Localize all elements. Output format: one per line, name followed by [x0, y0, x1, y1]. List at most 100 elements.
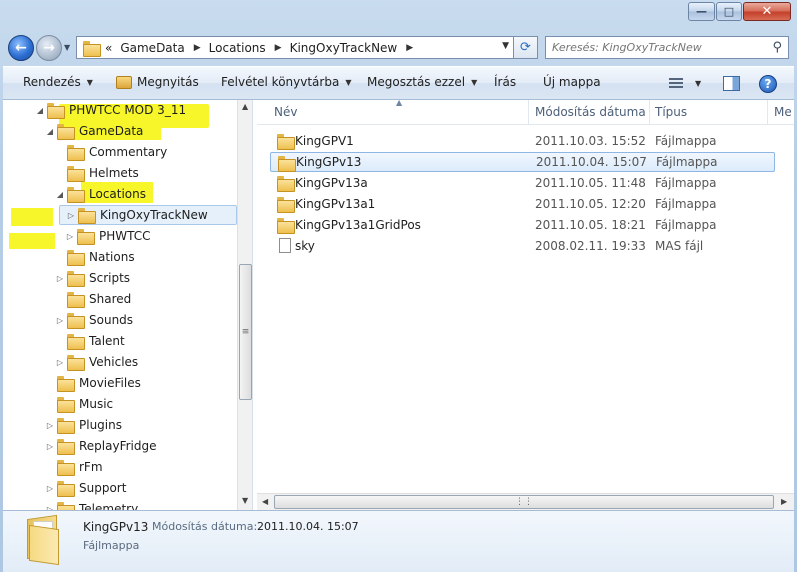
column-type[interactable]: Típus: [655, 105, 687, 119]
tree-item-commentary[interactable]: Commentary: [55, 142, 167, 162]
folder-icon: [67, 271, 85, 287]
collapsed-arrow-icon[interactable]: ▷: [55, 316, 65, 325]
preview-pane-icon[interactable]: [723, 76, 740, 91]
file-row-kinggpv13a1gridpos[interactable]: KingGPv13a1GridPos 2011.10.05. 18:21 Fáj…: [270, 215, 775, 235]
tree-item-replayfridge[interactable]: ▷ ReplayFridge: [45, 436, 157, 456]
folder-icon: [57, 439, 75, 455]
file-row-sky[interactable]: sky 2008.02.11. 19:33 MAS fájl: [270, 236, 775, 256]
minimize-button[interactable]: —: [688, 2, 715, 21]
chevron-right-icon[interactable]: ▶: [194, 43, 201, 53]
file-row-kinggpv13a[interactable]: KingGPv13a 2011.10.05. 11:48 Fájlmappa: [270, 173, 775, 193]
file-row-kinggpv13a1[interactable]: KingGPv13a1 2011.10.05. 12:20 Fájlmappa: [270, 194, 775, 214]
horizontal-scrollbar[interactable]: ◀ ⋮⋮ ▶: [257, 493, 794, 510]
folder-icon: [278, 156, 296, 172]
breadcrumb-gamedata[interactable]: GameData: [120, 41, 184, 55]
tree-label: Telemetry: [79, 502, 139, 510]
close-button[interactable]: ✕: [743, 2, 791, 21]
collapsed-arrow-icon[interactable]: ▷: [45, 442, 55, 451]
collapsed-arrow-icon[interactable]: ▷: [65, 232, 75, 241]
scroll-up-icon[interactable]: ▲: [242, 102, 248, 111]
tree-item-phwtcc-mod[interactable]: ◢ PHWTCC MOD 3_11: [35, 100, 186, 120]
nav-scroll-thumb[interactable]: ≡: [239, 264, 252, 400]
tree-item-kingoxytracknew[interactable]: ▷ KingOxyTrackNew: [59, 205, 237, 225]
scroll-down-icon[interactable]: ▼: [242, 496, 248, 505]
column-divider[interactable]: [528, 100, 529, 125]
collapsed-arrow-icon[interactable]: ▷: [66, 211, 76, 220]
expanded-arrow-icon[interactable]: ◢: [55, 190, 65, 199]
tree-item-support[interactable]: ▷ Support: [45, 478, 126, 498]
tree-label: Music: [79, 397, 114, 411]
file-row-kinggpv1[interactable]: KingGPV1 2011.10.03. 15:52 Fájlmappa: [270, 131, 775, 151]
tree-item-rfm[interactable]: rFm: [45, 457, 103, 477]
column-modified[interactable]: Módosítás dátuma: [535, 105, 646, 119]
chevron-down-icon[interactable]: ▼: [695, 79, 701, 88]
tree-item-shared[interactable]: Shared: [55, 289, 131, 309]
chevron-right-icon[interactable]: ▶: [275, 43, 282, 53]
chevron-down-icon: ▼: [345, 77, 352, 87]
tree-label: ReplayFridge: [79, 439, 157, 453]
file-row-kinggpv13[interactable]: KingGPv13 2011.10.04. 15:07 Fájlmappa: [270, 152, 775, 172]
breadcrumb-kingoxytracknew[interactable]: KingOxyTrackNew: [290, 41, 398, 55]
folder-icon: [67, 187, 85, 203]
view-options-icon[interactable]: [669, 78, 683, 90]
tree-item-moviefiles[interactable]: MovieFiles: [45, 373, 141, 393]
maximize-button[interactable]: □: [716, 2, 742, 21]
horizontal-scroll-thumb[interactable]: ⋮⋮: [274, 495, 774, 509]
add-to-library-button[interactable]: Felvétel könyvtárba ▼: [221, 75, 351, 89]
organize-button[interactable]: Rendezés ▼: [23, 75, 93, 89]
column-size[interactable]: Me: [774, 105, 792, 119]
collapsed-arrow-icon[interactable]: ▷: [45, 484, 55, 493]
details-date-label: Módosítás dátuma:: [152, 520, 258, 533]
tree-label: Talent: [89, 334, 125, 348]
open-button[interactable]: Megnyitás: [116, 75, 199, 89]
tree-item-music[interactable]: Music: [45, 394, 113, 414]
folder-icon: [47, 103, 65, 119]
recent-pages-dropdown[interactable]: ▼: [64, 43, 70, 52]
refresh-button[interactable]: ⟳: [514, 36, 538, 59]
collapsed-arrow-icon[interactable]: ▷: [55, 274, 65, 283]
tree-item-gamedata[interactable]: ◢ GameData: [45, 121, 143, 141]
folder-icon: [277, 218, 295, 234]
chevron-down-icon[interactable]: ▼: [502, 41, 509, 51]
column-divider[interactable]: [767, 100, 768, 125]
column-name[interactable]: Név: [274, 105, 297, 119]
tree-item-vehicles[interactable]: ▷ Vehicles: [55, 352, 138, 372]
tree-item-telemetry[interactable]: ▷ Telemetry: [45, 499, 138, 510]
search-icon[interactable]: ⚲: [772, 40, 782, 55]
back-button[interactable]: ←: [8, 35, 34, 61]
tree-item-plugins[interactable]: ▷ Plugins: [45, 415, 122, 435]
details-item-name: KingGPv13: [83, 520, 149, 534]
breadcrumb-overflow[interactable]: «: [105, 41, 112, 55]
scroll-left-icon[interactable]: ◀: [262, 497, 268, 506]
file-name: KingGPv13a1GridPos: [295, 218, 421, 232]
tree-item-sounds[interactable]: ▷ Sounds: [55, 310, 133, 330]
chevron-right-icon[interactable]: ▶: [406, 43, 413, 53]
expanded-arrow-icon[interactable]: ◢: [35, 106, 45, 115]
tree-item-locations[interactable]: ◢ Locations: [55, 184, 146, 204]
tree-item-scripts[interactable]: ▷ Scripts: [55, 268, 130, 288]
scroll-right-icon[interactable]: ▶: [781, 497, 787, 506]
expanded-arrow-icon[interactable]: ◢: [45, 127, 55, 136]
search-input[interactable]: [552, 41, 762, 54]
details-item-type: Fájlmappa: [83, 539, 140, 552]
tree-item-helmets[interactable]: Helmets: [55, 163, 139, 183]
tree-item-phwtcc[interactable]: ▷ PHWTCC: [65, 226, 151, 246]
forward-button[interactable]: →: [36, 35, 62, 61]
tree-item-nations[interactable]: Nations: [55, 247, 135, 267]
help-icon[interactable]: ?: [759, 75, 777, 93]
chevron-down-icon: ▼: [86, 77, 93, 87]
column-divider[interactable]: [649, 100, 650, 125]
nav-scrollbar[interactable]: ▲ ≡ ▼: [237, 100, 252, 510]
breadcrumb-locations[interactable]: Locations: [209, 41, 266, 55]
tree-label: Sounds: [89, 313, 134, 327]
share-with-button[interactable]: Megosztás ezzel ▼: [367, 75, 477, 89]
new-folder-button[interactable]: Új mappa: [543, 75, 601, 89]
file-date: 2008.02.11. 19:33: [535, 239, 646, 253]
tree-label: Locations: [89, 187, 147, 201]
search-box[interactable]: ⚲: [545, 36, 789, 59]
collapsed-arrow-icon[interactable]: ▷: [55, 358, 65, 367]
tree-item-talent[interactable]: Talent: [55, 331, 125, 351]
address-bar[interactable]: « GameData ▶ Locations ▶ KingOxyTrackNew…: [76, 36, 514, 59]
collapsed-arrow-icon[interactable]: ▷: [45, 421, 55, 430]
burn-button[interactable]: Írás: [494, 75, 516, 89]
